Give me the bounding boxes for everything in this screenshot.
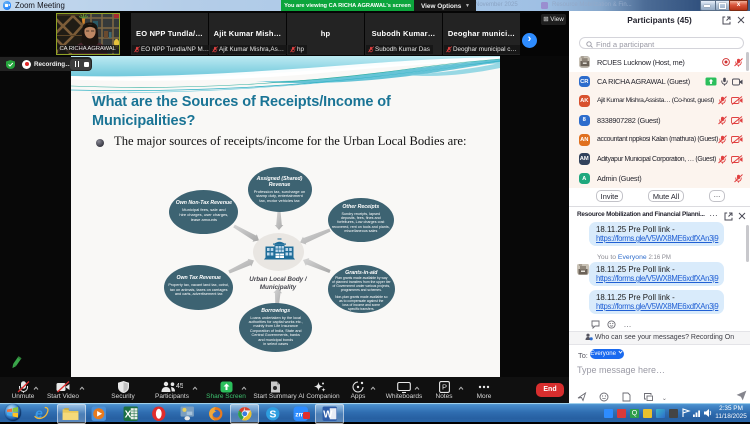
- svg-text:45: 45: [176, 383, 183, 390]
- svg-text:W: W: [323, 409, 333, 420]
- svg-text:S: S: [269, 408, 276, 420]
- svg-text:P: P: [442, 383, 447, 392]
- svg-text:X: X: [124, 409, 131, 420]
